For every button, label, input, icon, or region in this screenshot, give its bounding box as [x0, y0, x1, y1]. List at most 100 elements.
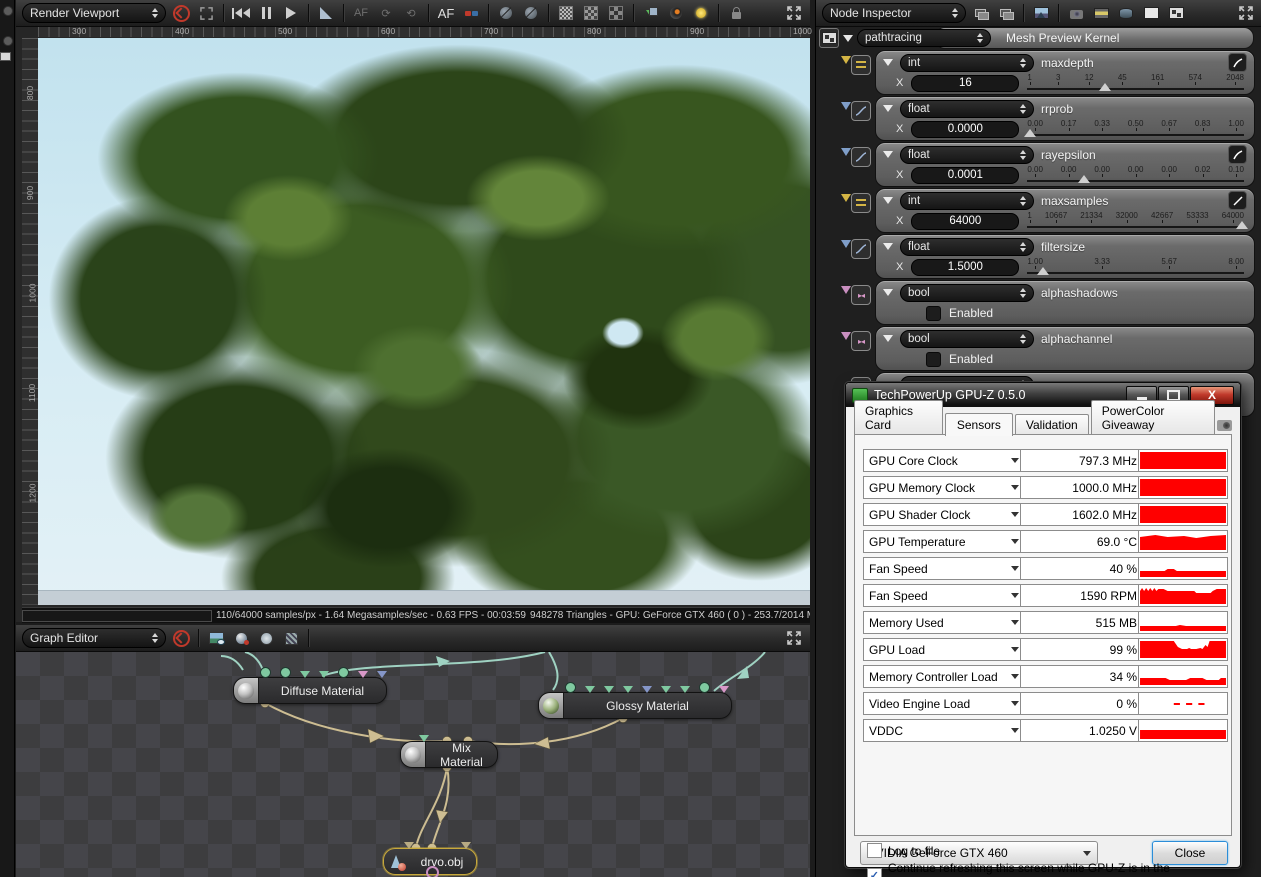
node-drvo-obj[interactable]: drvo.obj [383, 842, 477, 877]
sensor-dropdown[interactable]: Memory Used [863, 611, 1025, 634]
lock-icon[interactable] [726, 4, 746, 22]
sensor-dropdown[interactable]: GPU Temperature [863, 530, 1025, 553]
image-icon[interactable] [1031, 4, 1051, 22]
collapse-triangle-icon[interactable] [843, 34, 853, 42]
param-value-field[interactable]: 16 [911, 74, 1020, 92]
node-diffuse-material[interactable]: Diffuse Material [233, 667, 387, 704]
skip-to-start-icon[interactable] [231, 4, 251, 22]
texture-preview-icon[interactable] [281, 629, 301, 647]
collapse-triangle-icon[interactable] [883, 105, 893, 112]
environment-icon[interactable] [1116, 4, 1136, 22]
panel-selector-dropdown[interactable]: Graph Editor [22, 628, 166, 648]
collapse-triangle-icon[interactable] [883, 289, 893, 296]
float-type-icon[interactable] [851, 147, 871, 167]
subsample-mid-icon[interactable] [581, 4, 601, 22]
param-slider[interactable]: 0.00 0.17 0.33 0.50 0.67 0.83 1.00 [1023, 119, 1244, 139]
collapse-triangle-icon[interactable] [883, 197, 893, 204]
pause-icon[interactable] [256, 4, 276, 22]
docked-panel-stub[interactable] [0, 52, 11, 61]
param-value-field[interactable]: 64000 [911, 212, 1020, 230]
param-type-dropdown[interactable]: float [900, 145, 1034, 164]
sensor-dropdown[interactable]: GPU Memory Clock [863, 476, 1025, 499]
param-type-dropdown[interactable]: int [900, 191, 1034, 210]
node-graph-canvas[interactable]: Diffuse Material Glossy Material Mix Mat… [16, 652, 810, 877]
sensor-dropdown[interactable]: Fan Speed [863, 557, 1025, 580]
sensor-dropdown[interactable]: Video Engine Load [863, 692, 1025, 715]
enabled-checkbox[interactable] [926, 351, 941, 367]
camera-icon[interactable] [1066, 4, 1086, 22]
tab-sensors[interactable]: Sensors [944, 413, 1013, 436]
set-square-icon[interactable] [316, 4, 336, 22]
slider-handle[interactable] [1036, 267, 1049, 275]
continue-refresh-row[interactable]: ✓ Continue refreshing this screen while … [867, 861, 1231, 877]
node-input-pins[interactable] [419, 735, 429, 742]
param-type-dropdown[interactable]: int [900, 53, 1034, 72]
slider-handle[interactable] [1235, 221, 1248, 229]
collapse-triangle-icon[interactable] [883, 59, 893, 66]
linear-curve-icon[interactable] [1228, 191, 1247, 210]
rotate-ccw-icon[interactable]: ⟲ [401, 4, 421, 22]
node-mix-material[interactable]: Mix Material [400, 735, 498, 769]
material-preview-icon[interactable] [231, 629, 251, 647]
realtime-preview-icon[interactable] [256, 629, 276, 647]
param-value-field[interactable]: 0.0001 [911, 166, 1020, 184]
lens-distortion-icon[interactable] [521, 4, 541, 22]
pink-pin-icon[interactable] [841, 286, 851, 294]
slider-handle[interactable] [1023, 129, 1036, 137]
af-icon[interactable]: AF [436, 4, 456, 22]
log-curve-icon[interactable] [1228, 53, 1247, 72]
film-settings-icon[interactable] [1091, 4, 1111, 22]
sensor-dropdown[interactable]: GPU Load [863, 638, 1025, 661]
screenshot-camera-icon[interactable] [1217, 420, 1232, 431]
log-to-file-row[interactable]: Log to file [867, 843, 940, 858]
restart-render-icon[interactable] [171, 629, 191, 647]
float-type-icon[interactable] [851, 239, 871, 259]
pink-pin-icon[interactable] [841, 332, 851, 340]
node-output-pin[interactable] [426, 866, 439, 877]
int-type-icon[interactable] [851, 55, 871, 75]
continue-refresh-checkbox[interactable]: ✓ [867, 867, 882, 877]
blue-pin-icon[interactable] [841, 148, 851, 156]
bool-type-icon[interactable]: ▸◂ [851, 285, 871, 305]
collapse-triangle-icon[interactable] [883, 151, 893, 158]
expand-panel-icon[interactable] [784, 629, 804, 647]
float-type-icon[interactable] [851, 101, 871, 121]
save-image-icon[interactable] [641, 4, 661, 22]
subsample-coarse-icon[interactable] [606, 4, 626, 22]
subsample-fine-icon[interactable] [556, 4, 576, 22]
blue-pin-icon[interactable] [841, 102, 851, 110]
dock-handle-icon[interactable] [3, 6, 13, 16]
panel-selector-dropdown[interactable]: Render Viewport [22, 3, 166, 23]
yellow-pin-icon[interactable] [841, 56, 851, 64]
af-point-icon[interactable]: AF [351, 4, 371, 22]
anaglyph-icon[interactable] [461, 4, 481, 22]
param-value-field[interactable]: 0.0000 [911, 120, 1020, 138]
sensor-dropdown[interactable]: Fan Speed [863, 584, 1025, 607]
copy-layers-icon[interactable] [996, 4, 1016, 22]
layers-icon[interactable] [971, 4, 991, 22]
preview-image-icon[interactable] [206, 629, 226, 647]
collapse-triangle-icon[interactable] [883, 243, 893, 250]
tab-validation[interactable]: Validation [1014, 414, 1089, 435]
bool-type-icon[interactable]: ▸◂ [851, 331, 871, 351]
add-panel-icon[interactable] [3, 36, 13, 46]
expand-panel-icon[interactable] [784, 4, 804, 22]
sensor-dropdown[interactable]: VDDC [863, 719, 1025, 742]
render-image[interactable] [38, 38, 810, 605]
node-glossy-material[interactable]: Glossy Material [538, 682, 732, 719]
save-render-state-icon[interactable] [666, 4, 686, 22]
panel-selector-dropdown[interactable]: Node Inspector [822, 3, 966, 23]
slider-handle[interactable] [1099, 83, 1112, 91]
nodegraph-icon[interactable] [819, 28, 839, 48]
param-slider[interactable]: 1 10667 21334 32000 42667 53333 64000 [1027, 211, 1248, 231]
blue-pin-icon[interactable] [841, 240, 851, 248]
node-input-pins[interactable] [404, 842, 471, 849]
lens-shift-icon[interactable] [496, 4, 516, 22]
play-icon[interactable] [281, 4, 301, 22]
sensor-dropdown[interactable]: GPU Shader Clock [863, 503, 1025, 526]
rotate-cw-icon[interactable]: ⟳ [376, 4, 396, 22]
daylight-icon[interactable] [691, 4, 711, 22]
tab-graphics-card[interactable]: Graphics Card [854, 400, 943, 435]
sensor-dropdown[interactable]: GPU Core Clock [863, 449, 1025, 472]
imager-icon[interactable] [1141, 4, 1161, 22]
